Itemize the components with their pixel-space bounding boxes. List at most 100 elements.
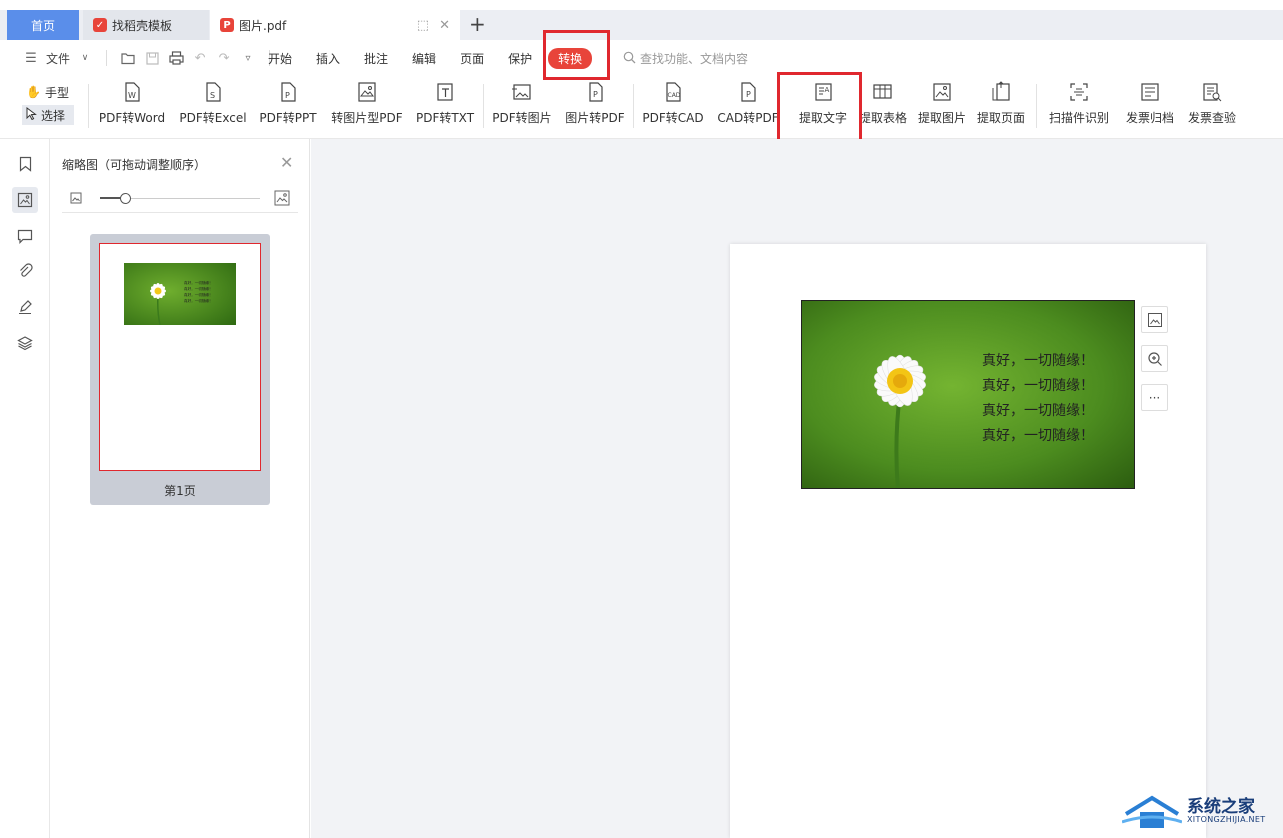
bookmark-icon[interactable]: [12, 151, 38, 177]
hand-tool-button[interactable]: ✋ 手型: [22, 82, 74, 102]
document-text-line: 真好，一切随缘！: [982, 403, 1094, 419]
close-icon[interactable]: ✕: [280, 153, 293, 172]
tab-template-label: 找稻壳模板: [112, 18, 173, 33]
tab-edit[interactable]: 编辑: [400, 50, 448, 67]
to-image-pdf-label: 转图片型PDF: [331, 111, 403, 125]
highlight-convert-tab: [543, 30, 610, 80]
image-edit-icon: [1147, 312, 1162, 327]
image-pdf-icon: [358, 82, 376, 102]
cad-to-pdf-button[interactable]: P CAD转PDF: [716, 80, 780, 132]
pdf-to-excel-button[interactable]: S PDF转Excel: [179, 80, 247, 132]
extract-page-button[interactable]: 提取页面: [973, 80, 1029, 132]
zoom-in-button[interactable]: [1141, 345, 1168, 372]
svg-text:真好，一切随缘！: 真好，一切随缘！: [184, 286, 213, 291]
svg-text:P: P: [285, 91, 290, 100]
tab-template[interactable]: ✓ 找稻壳模板: [83, 10, 209, 40]
redo-icon[interactable]: ↷: [215, 49, 233, 67]
close-tab-icon[interactable]: ✕: [439, 18, 450, 33]
pdf-to-txt-icon: [437, 83, 453, 101]
invoice-verify-button[interactable]: 发票查验: [1184, 80, 1240, 132]
tab-start[interactable]: 开始: [256, 50, 304, 67]
hand-tool-label: 手型: [44, 85, 69, 100]
document-text-line: 真好，一切随缘！: [982, 353, 1094, 369]
pdf-to-ppt-button[interactable]: P PDF转PPT: [258, 80, 318, 132]
svg-text:W: W: [128, 91, 136, 100]
comment-icon[interactable]: [12, 223, 38, 249]
ellipsis-icon: ···: [1148, 390, 1161, 405]
invoice-archive-icon: [1141, 83, 1159, 101]
extract-image-icon: [933, 83, 951, 101]
pdf-file-icon: P: [220, 18, 234, 32]
select-tool-button[interactable]: 选择: [22, 105, 74, 125]
svg-text:S: S: [210, 91, 215, 100]
chevron-down-icon[interactable]: ∨: [76, 49, 94, 67]
tab-home-label: 首页: [30, 18, 55, 33]
pin-icon[interactable]: ⬚: [417, 18, 429, 33]
page-thumbnail[interactable]: 真好，一切随缘！ 真好，一切随缘！ 真好，一切随缘！ 真好，一切随缘！ 第1页: [90, 234, 270, 505]
tab-insert[interactable]: 插入: [304, 50, 352, 67]
document-viewport[interactable]: 真好，一切随缘！ 真好，一切随缘！ 真好，一切随缘！ 真好，一切随缘！ ···: [311, 139, 1283, 838]
select-tool-label: 选择: [41, 108, 66, 123]
pdf-to-image-button[interactable]: PDF转图片: [490, 80, 554, 132]
signature-pen-icon[interactable]: [12, 294, 38, 320]
pdf-to-word-button[interactable]: W PDF转Word: [98, 80, 166, 132]
scan-ocr-button[interactable]: 扫描件识别: [1046, 80, 1112, 132]
pdf-to-ppt-label: PDF转PPT: [259, 111, 317, 125]
menu-bar: ☰ 文件 ∨ ↶ ↷ ▿ 开始 插入 批注 编辑 页面 保护 转换 查找功能、文…: [0, 40, 1283, 76]
print-icon[interactable]: [167, 49, 185, 67]
left-icon-rail: [0, 139, 50, 838]
pdf-to-excel-label: PDF转Excel: [179, 111, 247, 125]
small-image-icon[interactable]: [70, 192, 82, 207]
separator: [106, 50, 108, 66]
pdf-to-txt-button[interactable]: PDF转TXT: [414, 80, 476, 132]
invoice-verify-icon: [1203, 83, 1222, 102]
image-to-pdf-label: 图片转PDF: [565, 111, 625, 125]
thumbnail-page-label: 第1页: [164, 484, 196, 498]
hamburger-menu-icon[interactable]: ☰: [22, 49, 40, 67]
extract-table-icon: [873, 84, 892, 99]
thumbnail-page-preview: 真好，一切随缘！ 真好，一切随缘！ 真好，一切随缘！ 真好，一切随缘！: [99, 243, 261, 471]
svg-text:P: P: [593, 90, 598, 99]
pdf-to-cad-button[interactable]: CAD PDF转CAD: [641, 80, 705, 132]
pdf-to-cad-icon: CAD: [666, 82, 681, 102]
separator: [633, 84, 634, 128]
undo-icon[interactable]: ↶: [191, 49, 209, 67]
tab-annotate[interactable]: 批注: [352, 50, 400, 67]
tab-bar: 首页 ✓ 找稻壳模板 P 图片.pdf ⬚ ✕ +: [0, 0, 1283, 40]
document-image[interactable]: 真好，一切随缘！ 真好，一切随缘！ 真好，一切随缘！ 真好，一切随缘！: [801, 300, 1135, 489]
document-text-lines: 真好，一切随缘！ 真好，一切随缘！ 真好，一切随缘！ 真好，一切随缘！: [982, 349, 1094, 449]
save-icon[interactable]: [143, 49, 161, 67]
tab-home[interactable]: 首页: [7, 10, 79, 40]
zoom-in-icon: [1147, 351, 1162, 366]
to-image-pdf-button[interactable]: 转图片型PDF: [329, 80, 405, 132]
separator: [1036, 84, 1037, 128]
pdf-page: 真好，一切随缘！ 真好，一切随缘！ 真好，一切随缘！ 真好，一切随缘！: [730, 244, 1206, 838]
new-tab-button[interactable]: +: [469, 12, 486, 36]
pdf-to-txt-label: PDF转TXT: [415, 111, 475, 125]
layers-icon[interactable]: [12, 330, 38, 356]
extract-table-button[interactable]: 提取表格: [855, 80, 911, 132]
svg-text:P: P: [746, 90, 751, 99]
more-options-button[interactable]: ···: [1141, 384, 1168, 411]
open-folder-icon[interactable]: [119, 49, 137, 67]
invoice-archive-button[interactable]: 发票归档: [1122, 80, 1178, 132]
svg-text:真好，一切随缘！: 真好，一切随缘！: [184, 298, 213, 303]
tab-page[interactable]: 页面: [448, 50, 496, 67]
file-menu[interactable]: 文件: [46, 50, 70, 67]
tab-protect[interactable]: 保护: [496, 50, 544, 67]
watermark-title: 系统之家: [1187, 797, 1255, 817]
extract-image-label: 提取图片: [917, 111, 966, 125]
hand-icon: ✋: [26, 85, 41, 99]
search-box[interactable]: 查找功能、文档内容: [623, 50, 748, 67]
image-tools-button[interactable]: [1141, 306, 1168, 333]
hand-select-group: ✋ 手型 选择: [22, 82, 74, 125]
attachment-icon[interactable]: [12, 258, 38, 284]
thumbnail-icon[interactable]: [12, 187, 38, 213]
customize-quick-access-icon[interactable]: ▿: [239, 49, 257, 67]
image-to-pdf-button[interactable]: P 图片转PDF: [563, 80, 627, 132]
extract-image-button[interactable]: 提取图片: [914, 80, 970, 132]
large-image-icon[interactable]: [274, 190, 290, 209]
tab-pdf-document[interactable]: P 图片.pdf ⬚ ✕: [210, 10, 460, 40]
zoom-slider-handle[interactable]: [120, 193, 131, 204]
pdf-to-image-icon: [512, 84, 531, 100]
